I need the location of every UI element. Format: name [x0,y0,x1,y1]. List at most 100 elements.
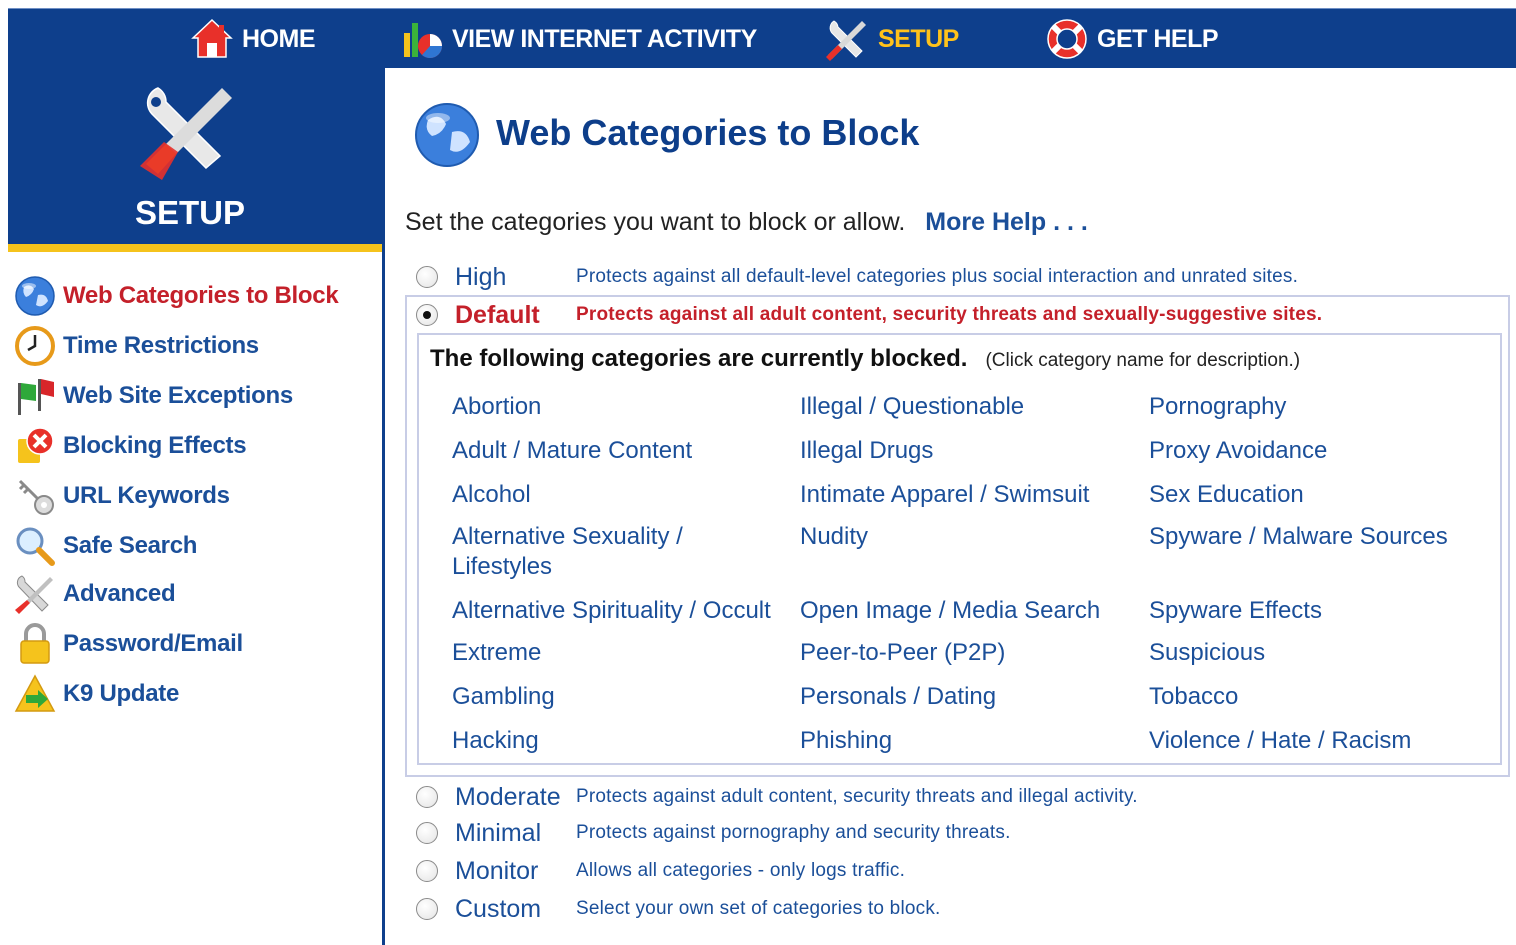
level-row-high[interactable]: High Protects against all default-level … [416,260,1298,294]
level-row-moderate[interactable]: Moderate Protects against adult content,… [416,780,1138,814]
category-link[interactable]: Abortion [452,392,541,422]
category-link[interactable]: Tobacco [1149,682,1238,712]
sidebar-item-web-categories[interactable]: Web Categories to Block [14,274,339,318]
sidebar-item-web-site-exceptions[interactable]: Web Site Exceptions [14,374,293,418]
level-row-monitor[interactable]: Monitor Allows all categories - only log… [416,854,905,888]
level-desc-custom: Select your own set of categories to blo… [576,898,941,919]
sidebar-header: SETUP [8,68,382,244]
sidebar-title: SETUP [134,194,246,231]
level-name-moderate: Moderate [455,782,561,811]
nav-home-label: HOME [242,24,316,53]
radio-default[interactable] [416,304,438,326]
block-effect-icon [18,427,54,463]
category-link[interactable]: Sex Education [1149,480,1304,510]
padlock-icon [20,623,50,664]
level-desc-monitor: Allows all categories - only logs traffi… [576,860,906,881]
sidebar-item-label: Safe Search [63,532,198,559]
sidebar-item-label: Advanced [63,580,176,607]
category-link[interactable]: Alcohol [452,480,531,510]
level-name-default: Default [455,300,540,329]
update-arrow-icon [14,674,56,712]
activity-chart-icon [404,23,443,59]
category-link[interactable]: Nudity [800,522,868,552]
sidebar: SETUP Web Categories to Block Time Restr… [8,68,385,945]
top-navigation-bar: HOME VIEW INTERNET ACTIVITY SETUP GET HE… [8,8,1516,68]
nav-home[interactable]: HOME [190,9,316,69]
nav-setup-label: SETUP [878,24,959,53]
nav-view-internet-activity-label: VIEW INTERNET ACTIVITY [452,24,757,53]
intro-text: Set the categories you want to block or … [405,208,906,236]
sidebar-item-label: Blocking Effects [63,432,247,459]
lifebuoy-icon [1047,19,1087,59]
level-name-high: High [455,262,507,291]
category-link[interactable]: Intimate Apparel / Swimsuit [800,480,1089,510]
category-link[interactable]: Proxy Avoidance [1149,436,1327,466]
sidebar-item-advanced[interactable]: Advanced [14,572,176,616]
tools-icon [826,20,866,61]
category-link[interactable]: Alternative Sexuality / Lifestyles [452,522,752,582]
page-title: Web Categories to Block [496,112,920,153]
level-desc-minimal: Protects against pornography and securit… [576,822,1011,843]
level-desc-default: Protects against all adult content, secu… [576,304,1323,325]
level-row-default[interactable]: Default Protects against all adult conte… [416,298,1322,332]
category-link[interactable]: Hacking [452,726,539,756]
blocked-heading: The following categories are currently b… [430,345,968,372]
intro-text-row: Set the categories you want to block or … [405,208,1088,237]
magnifier-icon [16,527,55,566]
sidebar-item-label: Password/Email [63,630,243,657]
sidebar-item-label: Web Site Exceptions [63,382,293,409]
sidebar-item-blocking-effects[interactable]: Blocking Effects [14,424,247,468]
category-link[interactable]: Illegal / Questionable [800,392,1024,422]
nav-setup[interactable]: SETUP [826,9,959,69]
radio-high[interactable] [416,266,438,288]
nav-get-help-label: GET HELP [1097,24,1219,53]
radio-monitor[interactable] [416,860,438,882]
sidebar-divider [8,244,382,252]
level-row-custom[interactable]: Custom Select your own set of categories… [416,892,940,926]
radio-minimal[interactable] [416,822,438,844]
level-desc-high: Protects against all default-level categ… [576,266,1299,287]
level-name-minimal: Minimal [455,818,542,847]
tools-icon [140,87,232,180]
tools-icon [15,575,53,614]
sidebar-item-url-keywords[interactable]: URL Keywords [14,474,230,518]
key-icon [18,479,54,515]
category-link[interactable]: Phishing [800,726,892,756]
category-link[interactable]: Peer-to-Peer (P2P) [800,638,1005,668]
home-icon [191,18,233,58]
sidebar-item-password-email[interactable]: Password/Email [14,622,243,666]
category-link[interactable]: Illegal Drugs [800,436,933,466]
level-desc-moderate: Protects against adult content, security… [576,786,1138,807]
category-link[interactable]: Spyware Effects [1149,596,1322,626]
sidebar-item-time-restrictions[interactable]: Time Restrictions [14,324,259,368]
category-link[interactable]: Adult / Mature Content [452,436,692,466]
radio-custom[interactable] [416,898,438,920]
level-name-custom: Custom [455,894,542,923]
nav-get-help[interactable]: GET HELP [1045,9,1219,69]
category-link[interactable]: Pornography [1149,392,1286,422]
level-row-minimal[interactable]: Minimal Protects against pornography and… [416,816,1010,850]
sidebar-item-label: Time Restrictions [63,332,259,359]
nav-view-internet-activity[interactable]: VIEW INTERNET ACTIVITY [400,9,757,69]
sidebar-item-label: K9 Update [63,680,179,707]
blocked-note: (Click category name for description.) [985,350,1301,371]
sidebar-item-k9-update[interactable]: K9 Update [14,672,179,716]
category-link[interactable]: Violence / Hate / Racism [1149,726,1411,756]
sidebar-item-label: Web Categories to Block [63,282,339,309]
category-link[interactable]: Extreme [452,638,541,668]
category-link[interactable]: Suspicious [1149,638,1265,668]
globe-icon [15,276,55,316]
sidebar-item-safe-search[interactable]: Safe Search [14,524,197,568]
level-name-monitor: Monitor [455,856,539,885]
more-help-link[interactable]: More Help . . . [925,208,1088,236]
category-link[interactable]: Spyware / Malware Sources [1149,522,1448,552]
blocked-heading-row: The following categories are currently b… [430,345,1300,373]
category-link[interactable]: Open Image / Media Search [800,596,1100,626]
category-link[interactable]: Alternative Spirituality / Occult [452,596,771,626]
sidebar-item-label: URL Keywords [63,482,230,509]
category-link[interactable]: Gambling [452,682,555,712]
radio-moderate[interactable] [416,786,438,808]
clock-icon [15,326,55,366]
flags-icon [18,379,54,415]
category-link[interactable]: Personals / Dating [800,682,996,712]
